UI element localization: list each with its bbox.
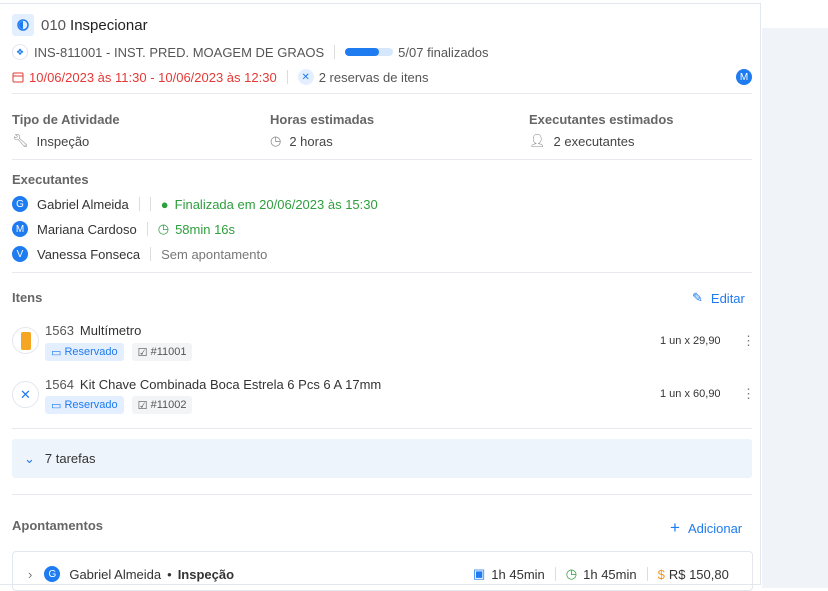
estimated-hours-label: Horas estimadas [270,112,375,127]
item-row: 1564 Kit Chave Combinada Boca Estrela 6 P… [45,377,382,392]
progress-bar [345,48,394,56]
avatar[interactable]: M [736,69,752,85]
tools-icon: ✕ [297,69,314,85]
reserved-badge: ▭ Reservado [45,343,124,361]
activity-type: 🔧︎ Inspeção [12,133,90,149]
chevron-down-icon: ⌄ [24,450,35,466]
appointment-row-content: › G Gabriel Almeida • Inspeção [28,566,235,582]
calendar-icon [12,71,24,83]
asset-row: ❖ INS-811001 - INST. PRED. MOAGEM DE GRA… [12,44,489,60]
pencil-icon: ✎ [692,290,703,305]
dates-row: 10/06/2023 às 11:30 - 10/06/2023 às 12:3… [12,69,429,85]
clock-icon: ◷ [270,133,282,148]
item-menu-button[interactable]: ⋮ [742,386,755,402]
reservations-link[interactable]: 2 reservas de itens [319,70,429,85]
wrench-icon: 🔧︎ [12,133,29,148]
estimated-executors-label: Executantes estimados [529,112,674,127]
item-quantity: 1 un x 29,90 [660,335,721,347]
activity-code: 010 [41,16,67,34]
item-thumbnail [12,327,39,354]
reserved-badge: ▭ Reservado [45,396,124,414]
tasks-accordion[interactable]: ⌄ 7 tarefas [12,439,752,478]
edit-items-button[interactable]: ✎ Editar [692,290,745,306]
activity-dates: 10/06/2023 às 11:30 - 10/06/2023 às 12:3… [29,69,277,85]
asset-icon: ❖ [12,44,28,60]
chevron-right-icon[interactable]: › [28,567,32,582]
activity-name: Inspecionar [70,16,148,34]
activity-icon [12,14,34,36]
appointment-times: ▣ 1h 45min ◷ 1h 45min $ R$ 150,80 [473,566,729,582]
activity-panel [0,3,761,585]
background-area [762,28,828,588]
reservation-ref[interactable]: ☑ #11001 [131,343,193,361]
dollar-icon: $ [657,566,665,582]
timer-icon: ◷ [157,221,170,236]
estimated-hours: ◷ 2 horas [270,133,333,149]
appointments-title: Apontamentos [12,518,103,533]
item-menu-button[interactable]: ⋮ [742,333,755,349]
user-icon: 👤︎ [529,133,546,148]
progress-text: 5/07 finalizados [398,44,489,60]
item-row: 1563 Multímetro [45,323,142,338]
check-circle-icon: ● [160,196,169,212]
executor-row: M Mariana Cardoso ◷ 58min 16s [12,221,235,237]
items-title: Itens [12,290,43,305]
activity-title: 010 Inspecionar [12,14,148,36]
clock-icon: ◷ [565,566,578,581]
executor-row: V Vanessa Fonseca Sem apontamento [12,246,267,262]
executors-title: Executantes [12,172,89,187]
estimated-executors: 👤︎ 2 executantes [529,133,635,149]
add-appointment-button[interactable]: + Adicionar [670,518,742,538]
asset-name[interactable]: INS-811001 - INST. PRED. MOAGEM DE GRAOS [34,45,324,60]
activity-type-label: Tipo de Atividade [12,112,120,127]
plus-icon: + [670,518,680,537]
reservation-ref[interactable]: ☑ #11002 [131,396,193,414]
executor-row: G Gabriel Almeida ● Finalizada em 20/06/202… [12,196,378,212]
calendar-clock-icon: ▣ [473,566,486,581]
item-thumbnail: ✕ [12,381,39,408]
item-quantity: 1 un x 60,90 [660,388,721,400]
